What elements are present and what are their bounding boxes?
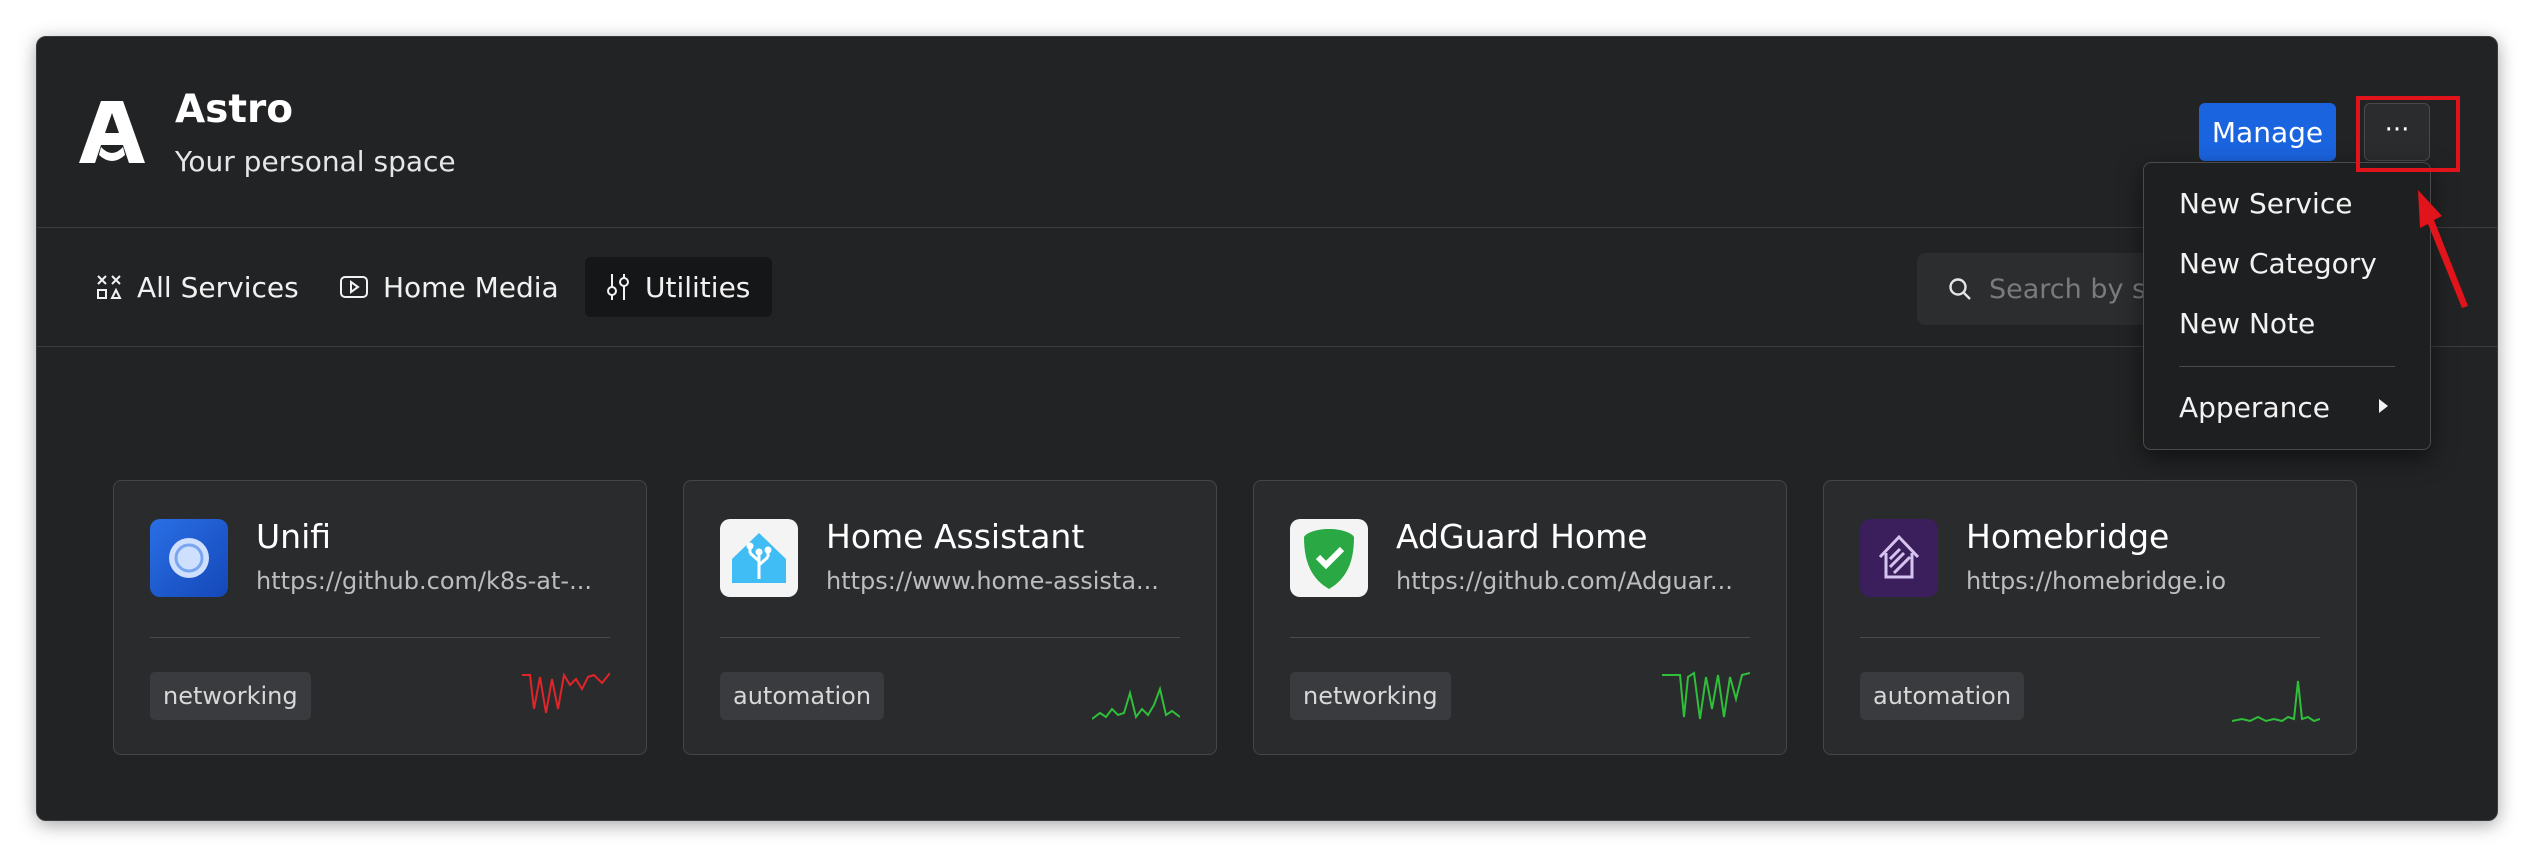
home-assistant-icon — [720, 519, 798, 597]
service-url[interactable]: https://github.com/k8s-at-... — [256, 567, 592, 595]
sliders-icon — [607, 274, 629, 300]
sparkline-chart — [1092, 685, 1180, 720]
tab-label: Utilities — [645, 270, 751, 304]
tab-label: Home Media — [383, 270, 559, 304]
divider — [1860, 637, 2320, 638]
page-subtitle: Your personal space — [175, 145, 456, 178]
annotation-arrow-icon — [2418, 190, 2468, 308]
header: Astro Your personal space Manage ··· — [37, 37, 2497, 228]
service-name: AdGuard Home — [1396, 517, 1648, 556]
adguard-icon — [1290, 519, 1368, 597]
service-card-homebridge[interactable]: Homebridge https://homebridge.io automat… — [1823, 480, 2357, 755]
service-url[interactable]: https://homebridge.io — [1966, 567, 2226, 595]
more-options-menu: New Service New Category New Note Appera… — [2143, 162, 2431, 450]
app-window: Astro Your personal space Manage ··· All… — [36, 36, 2498, 821]
submenu-arrow-icon — [2379, 399, 2388, 413]
tab-utilities[interactable]: Utilities — [585, 257, 773, 317]
menu-item-new-service[interactable]: New Service — [2179, 187, 2352, 220]
tab-label: All Services — [137, 270, 299, 304]
search-icon — [1949, 278, 1971, 300]
menu-item-appearance[interactable]: Apperance — [2179, 391, 2330, 424]
tab-all-services[interactable]: All Services — [75, 257, 321, 317]
manage-button[interactable]: Manage — [2199, 103, 2336, 161]
grid-icon — [97, 275, 122, 299]
divider — [150, 637, 610, 638]
menu-item-new-note[interactable]: New Note — [2179, 307, 2315, 340]
service-url[interactable]: https://www.home-assista... — [826, 567, 1159, 595]
category-tabs: All Services Home Media Utilities — [37, 228, 2497, 347]
service-tag[interactable]: automation — [1860, 672, 2025, 720]
unifi-icon — [150, 519, 228, 597]
service-name: Unifi — [256, 517, 332, 556]
highlight-box — [2356, 96, 2460, 172]
sparkline-chart — [2232, 680, 2320, 723]
service-name: Home Assistant — [826, 517, 1085, 556]
service-name: Homebridge — [1966, 517, 2170, 556]
service-card-adguard-home[interactable]: AdGuard Home https://github.com/Adguar..… — [1253, 480, 1787, 755]
play-icon — [340, 276, 368, 298]
service-card-unifi[interactable]: Unifi https://github.com/k8s-at-... netw… — [113, 480, 647, 755]
service-tag[interactable]: networking — [150, 672, 311, 720]
tab-home-media[interactable]: Home Media — [319, 257, 581, 317]
service-tag[interactable]: networking — [1290, 672, 1451, 720]
service-card-home-assistant[interactable]: Home Assistant https://www.home-assista.… — [683, 480, 1217, 755]
service-tag[interactable]: automation — [720, 672, 885, 720]
astro-logo — [79, 101, 145, 163]
page-title: Astro — [175, 87, 294, 132]
divider — [1290, 637, 1750, 638]
menu-divider — [2179, 366, 2395, 367]
menu-item-new-category[interactable]: New Category — [2179, 247, 2377, 280]
homebridge-icon — [1860, 519, 1938, 597]
divider — [720, 637, 1180, 638]
sparkline-chart — [1662, 671, 1750, 720]
sparkline-chart — [522, 672, 610, 714]
service-url[interactable]: https://github.com/Adguar... — [1396, 567, 1733, 595]
